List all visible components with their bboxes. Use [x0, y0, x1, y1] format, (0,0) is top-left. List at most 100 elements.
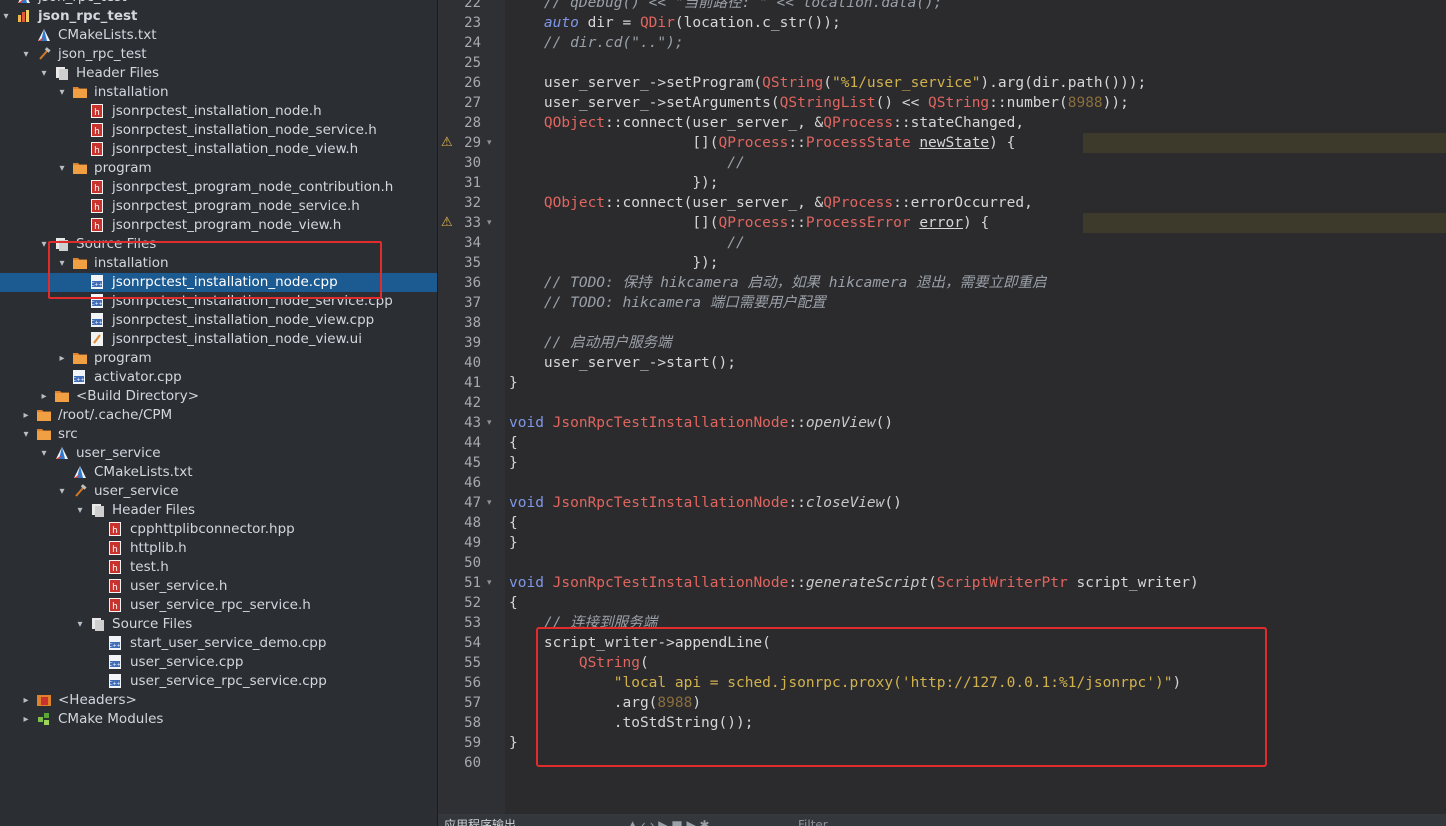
chevron-down-icon[interactable]: ▾ [38, 444, 50, 463]
header-icon: h [91, 218, 105, 233]
code-line[interactable]: // TODO: 保持 hikcamera 启动，如果 hikcamera 退出… [509, 273, 1047, 293]
fold-toggle-icon[interactable]: ▾ [487, 133, 492, 153]
code-line[interactable]: } [509, 453, 518, 473]
chevron-right-icon[interactable]: ▸ [20, 406, 32, 425]
filter-input[interactable]: Filter [798, 814, 828, 826]
code-line[interactable]: user_server_->setProgram(QString("%1/use… [509, 73, 1146, 93]
code-token: dir = [578, 15, 640, 31]
tree-item[interactable]: h httplib.h [0, 539, 437, 558]
tree-item[interactable]: ▸ /root/.cache/CPM [0, 406, 437, 425]
tree-item[interactable]: CMakeLists.txt [0, 463, 437, 482]
folder-icon [73, 351, 87, 366]
chevron-down-icon[interactable]: ▾ [20, 425, 32, 444]
tree-item[interactable]: ▸ CMake Modules [0, 710, 437, 729]
tree-item[interactable]: h jsonrpctest_program_node_service.h [0, 197, 437, 216]
fold-toggle-icon[interactable]: ▾ [487, 573, 492, 593]
tree-item[interactable]: h user_service.h [0, 577, 437, 596]
tree-item[interactable]: ▾ program [0, 159, 437, 178]
chevron-down-icon[interactable]: ▾ [74, 615, 86, 634]
code-line[interactable]: { [509, 593, 518, 613]
tree-item[interactable]: ▾ src [0, 425, 437, 444]
tree-item[interactable]: ▾ user_service [0, 444, 437, 463]
chevron-right-icon[interactable]: ▸ [56, 349, 68, 368]
code-line[interactable]: user_server_->start(); [509, 353, 736, 373]
chevron-down-icon[interactable]: ▾ [56, 159, 68, 178]
tree-item[interactable]: ▾ json_rpc_test [0, 45, 437, 64]
fold-toggle-icon[interactable]: ▾ [487, 213, 492, 233]
code-line[interactable]: // qDebug() << "当前路径: " << location.data… [509, 0, 942, 13]
code-line[interactable]: } [509, 533, 518, 553]
output-pane-toolbar: 应用程序输出 ▲ ‹ › ▶ ■ ▶ ✱ Filter [438, 814, 1446, 826]
code-token: JsonRpcTestInstallationNode [552, 575, 789, 591]
line-number: 25 [464, 55, 481, 71]
tree-item[interactable]: ▸ <Build Directory> [0, 387, 437, 406]
tree-item[interactable]: h jsonrpctest_installation_node_view.h [0, 140, 437, 159]
code-line[interactable]: // dir.cd(".."); [509, 33, 684, 53]
chevron-right-icon[interactable]: ▸ [38, 387, 50, 406]
tree-item[interactable]: C++ user_service.cpp [0, 653, 437, 672]
header-icon: h [91, 199, 105, 214]
tree-item[interactable]: ▾ Source Files [0, 615, 437, 634]
tree-item[interactable]: h jsonrpctest_installation_node.h [0, 102, 437, 121]
tree-item[interactable]: C++ start_user_service_demo.cpp [0, 634, 437, 653]
tree-item[interactable]: h jsonrpctest_program_node_view.h [0, 216, 437, 235]
tree-item[interactable]: ▸ program [0, 349, 437, 368]
code-line[interactable]: void JsonRpcTestInstallationNode::genera… [509, 573, 1199, 593]
tree-item[interactable]: ▾ user_service [0, 482, 437, 501]
output-controls-icon[interactable]: ▲ ‹ › ▶ ■ ▶ ✱ [628, 814, 710, 826]
code-line[interactable]: // TODO: hikcamera 端口需要用户配置 [509, 293, 826, 313]
code-token: QObject [543, 195, 606, 211]
tree-item[interactable]: h test.h [0, 558, 437, 577]
tree-item[interactable]: ▾ installation [0, 83, 437, 102]
tree-item-label: httplib.h [130, 540, 187, 556]
chevron-down-icon[interactable]: ▾ [20, 45, 32, 64]
code-line[interactable]: }); [509, 173, 718, 193]
tree-item[interactable]: json_rpc_test [0, 0, 437, 7]
code-token: ) { [962, 215, 990, 231]
code-line[interactable]: // 启动用户服务端 [509, 333, 672, 353]
tree-item[interactable]: ▾ json_rpc_test [0, 7, 437, 26]
line-number: 37 [464, 295, 481, 311]
fold-toggle-icon[interactable]: ▾ [487, 413, 492, 433]
tree-item[interactable]: ▾ Header Files [0, 64, 437, 83]
code-line[interactable]: QObject::connect(user_server_, &QProcess… [509, 113, 1024, 133]
tree-item[interactable]: CMakeLists.txt [0, 26, 437, 45]
code-line[interactable]: { [509, 513, 518, 533]
code-line[interactable]: void JsonRpcTestInstallationNode::openVi… [509, 413, 893, 433]
code-line[interactable]: auto dir = QDir(location.c_str()); [509, 13, 841, 33]
code-line[interactable]: void JsonRpcTestInstallationNode::closeV… [509, 493, 902, 513]
output-tab[interactable]: 应用程序输出 [444, 814, 516, 826]
fold-toggle-icon[interactable]: ▾ [487, 493, 492, 513]
chevron-down-icon[interactable]: ▾ [56, 482, 68, 501]
tree-item[interactable]: ▸ <Headers> [0, 691, 437, 710]
code-line[interactable]: user_server_->setArguments(QStringList()… [509, 93, 1129, 113]
chevron-right-icon[interactable]: ▸ [20, 710, 32, 729]
tree-item[interactable]: h jsonrpctest_installation_node_service.h [0, 121, 437, 140]
warning-icon[interactable]: ⚠ [441, 213, 453, 233]
warning-icon[interactable]: ⚠ [441, 133, 453, 153]
code-line[interactable]: [](QProcess::ProcessError error) { [509, 213, 989, 233]
code-line[interactable]: [](QProcess::ProcessState newState) { [509, 133, 1015, 153]
chevron-right-icon[interactable]: ▸ [20, 691, 32, 710]
tree-item[interactable]: ▾ Header Files [0, 501, 437, 520]
code-line[interactable]: }); [509, 253, 718, 273]
tree-item[interactable]: h cpphttplibconnector.hpp [0, 520, 437, 539]
chevron-down-icon[interactable]: ▾ [74, 501, 86, 520]
chevron-down-icon[interactable]: ▾ [56, 83, 68, 102]
tree-item[interactable]: C++ activator.cpp [0, 368, 437, 387]
chevron-down-icon[interactable]: ▾ [0, 7, 12, 26]
chevron-down-icon[interactable]: ▾ [38, 64, 50, 83]
tree-item[interactable]: C++ jsonrpctest_installation_node_view.cp… [0, 311, 437, 330]
project-tree[interactable]: json_rpc_test ▾ json_rpc_test CMakeLists.tx… [0, 0, 438, 826]
code-line[interactable]: // [509, 233, 744, 253]
line-number: 39 [464, 335, 481, 351]
tree-item[interactable]: C++ user_service_rpc_service.cpp [0, 672, 437, 691]
tree-item[interactable]: h user_service_rpc_service.h [0, 596, 437, 615]
code-line[interactable]: } [509, 733, 518, 753]
code-line[interactable]: } [509, 373, 518, 393]
code-line[interactable]: { [509, 433, 518, 453]
code-line[interactable]: QObject::connect(user_server_, &QProcess… [509, 193, 1033, 213]
tree-item[interactable]: jsonrpctest_installation_node_view.ui [0, 330, 437, 349]
tree-item[interactable]: h jsonrpctest_program_node_contribution.h [0, 178, 437, 197]
code-line[interactable]: // [509, 153, 744, 173]
